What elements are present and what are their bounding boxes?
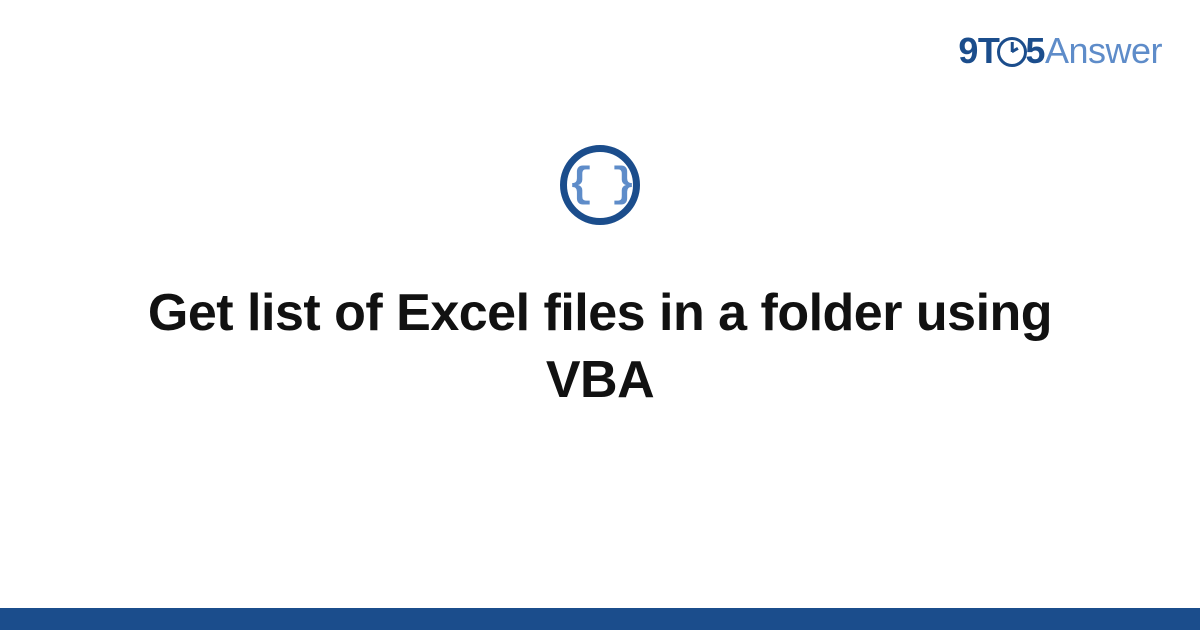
page-title: Get list of Excel files in a folder usin… <box>120 280 1080 413</box>
brand-answer: Answer <box>1045 30 1162 71</box>
brand-five: 5 <box>1025 30 1045 71</box>
brand-nine: 9 <box>958 30 978 71</box>
code-braces-icon: { } <box>560 145 640 225</box>
brand-t: T <box>978 30 1000 71</box>
content-wrap: { } Get list of Excel files in a folder … <box>0 145 1200 413</box>
clock-icon <box>997 37 1027 67</box>
bottom-bar <box>0 608 1200 630</box>
braces-glyph: { } <box>568 164 632 206</box>
brand-logo: 9T5Answer <box>958 30 1162 72</box>
